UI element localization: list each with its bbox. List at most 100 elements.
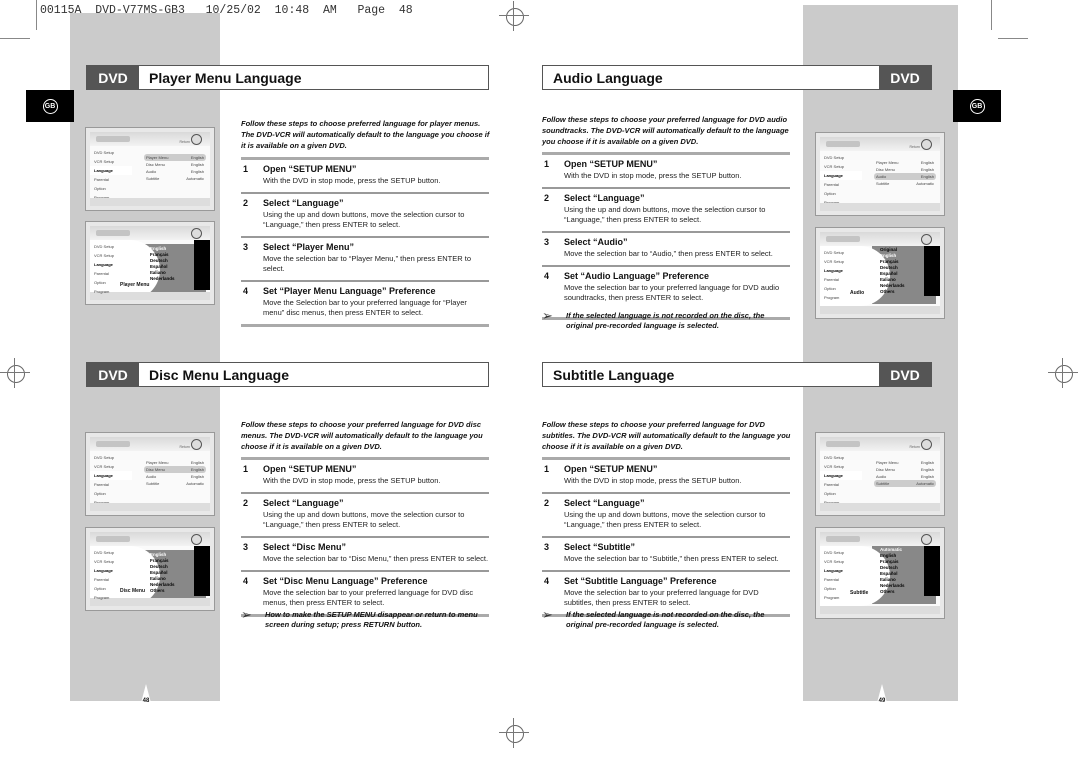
step-description: Using the up and down buttons, move the …: [564, 205, 766, 224]
step-heading: Select “Language”: [564, 193, 645, 203]
step-heading: Select “Language”: [263, 498, 344, 508]
step-item: 1 Open “SETUP MENU” With the DVD in stop m…: [542, 152, 790, 187]
option-row: Audio English: [146, 169, 204, 174]
step-heading: Select “Language”: [263, 198, 344, 208]
option-row: Player Menu English: [144, 154, 206, 161]
step-heading: Open “SETUP MENU”: [564, 464, 658, 474]
step-item: 3 Select “Disc Menu” Move the selection ba…: [241, 536, 489, 570]
language-select-illustration: DVD Setup VCR Setup Language Parental Option…: [815, 527, 945, 619]
section-title: Player Menu Language: [149, 69, 302, 86]
page-number-text: 49: [878, 698, 886, 704]
setup-screen-illustration: Return DVD Setup VCR Setup Language Parenta…: [815, 432, 945, 516]
option-row: Disc Menu English: [876, 167, 934, 172]
option-row: Disc Menu English: [144, 466, 206, 473]
dial-icon: [921, 139, 932, 150]
registration-mark: [0, 358, 30, 388]
menu-item-selected: Language: [90, 166, 132, 175]
region-tab-right: GB: [953, 90, 1001, 122]
step-item: 4 Set “Subtitle Language” Preference Move …: [542, 570, 790, 614]
screen-label: Player Menu: [120, 282, 150, 288]
option-row: Subtitle Automatic: [146, 481, 204, 486]
step-description: Move the selection bar to your preferred…: [564, 588, 759, 607]
crop-mark: [991, 0, 992, 30]
dial-icon: [191, 134, 202, 145]
screen-label: Audio: [850, 290, 865, 296]
step-number: 2: [243, 198, 249, 208]
option-row: Subtitle Automatic: [876, 181, 934, 186]
step-heading: Set “Subtitle Language” Preference: [564, 576, 717, 586]
section-title: Disc Menu Language: [149, 366, 290, 383]
dvd-badge: DVD: [87, 363, 139, 386]
step-heading: Open “SETUP MENU”: [263, 464, 357, 474]
menu-item: Option: [94, 186, 106, 191]
step-heading: Open “SETUP MENU”: [263, 164, 357, 174]
setup-screen-illustration: Return DVD Setup VCR Setup Language Parenta…: [85, 127, 215, 211]
step-item: 2 Select “Language” Using the up and down …: [241, 492, 489, 536]
page-number-left: 48: [137, 684, 155, 718]
option-row: Audio English: [874, 173, 936, 180]
setup-screen-illustration: Return DVD Setup VCR Setup Language Parenta…: [815, 132, 945, 216]
return-label: Return: [179, 140, 190, 144]
section-header-audio: Audio Language DVD: [542, 65, 932, 90]
menu-item: DVD Setup: [94, 150, 115, 155]
dial-icon: [191, 439, 202, 450]
option-row: Player Menu English: [146, 460, 204, 465]
section-header-subtitle: Subtitle Language DVD: [542, 362, 932, 387]
step-list: 1 Open “SETUP MENU” With the DVD in stop m…: [241, 457, 489, 617]
step-heading: Set “Disc Menu Language” Preference: [263, 576, 428, 586]
step-item: 4 Set “Player Menu Language” Preference Mo…: [241, 280, 489, 324]
arrow-icon: ➢: [542, 308, 553, 323]
step-description: Move the selection bar to “Player Menu,”…: [263, 254, 472, 273]
section-intro: Follow these steps to choose your prefer…: [542, 420, 791, 451]
crop-mark: [0, 38, 30, 39]
step-item: 1 Open “SETUP MENU” With the DVD in stop m…: [241, 457, 489, 492]
step-description: With the DVD in stop mode, press the SET…: [564, 476, 742, 485]
registration-mark: [499, 1, 529, 31]
logo: [96, 136, 130, 142]
step-description: Move the selection bar to “Disc Menu,” t…: [263, 554, 489, 563]
section-title: Subtitle Language: [553, 366, 675, 383]
setup-screen-illustration: Return DVD Setup VCR Setup Language Parenta…: [85, 432, 215, 516]
step-item: 2 Select “Language” Using the up and down …: [542, 187, 790, 231]
step-description: Move the selection bar to “Audio,” then …: [564, 249, 773, 258]
step-description: Using the up and down buttons, move the …: [263, 210, 465, 229]
dial-icon: [921, 534, 932, 545]
screen-label: Disc Menu: [120, 588, 146, 594]
option-row: Audio English: [876, 474, 934, 479]
dvd-badge: DVD: [879, 66, 931, 89]
step-description: Move the selection bar to “Subtitle,” th…: [564, 554, 779, 563]
step-heading: Set “Audio Language” Preference: [564, 271, 710, 281]
note: ➢ How to make the SETUP MENU disappear o…: [241, 608, 491, 630]
step-item: 4 Set “Audio Language” Preference Move the…: [542, 265, 790, 317]
note-text: If the selected language is not recorded…: [566, 610, 765, 629]
step-heading: Select “Disc Menu”: [263, 542, 347, 552]
dvd-badge: DVD: [879, 363, 931, 386]
step-item: 4 Set “Disc Menu Language” Preference Move…: [241, 570, 489, 614]
note: ➢ If the selected language is not record…: [542, 308, 792, 331]
step-number: 4: [243, 286, 249, 296]
option-row: Player Menu English: [876, 160, 934, 165]
dvd-badge: DVD: [87, 66, 139, 89]
step-description: Move the selection bar to your preferred…: [564, 283, 780, 302]
step-item: 2 Select “Language” Using the up and down …: [542, 492, 790, 536]
step-description: With the DVD in stop mode, press the SET…: [263, 476, 441, 485]
step-number: 1: [243, 164, 249, 174]
step-heading: Set “Player Menu Language” Preference: [263, 286, 436, 296]
dial-icon: [921, 439, 932, 450]
menu-item: VCR Setup: [94, 159, 115, 164]
step-heading: Open “SETUP MENU”: [564, 159, 658, 169]
step-number: 3: [243, 242, 249, 252]
page-number-right: 49: [873, 684, 891, 718]
crop-mark: [36, 0, 37, 30]
gb-icon: GB: [42, 98, 58, 114]
step-item: 3 Select “Subtitle” Move the selection bar…: [542, 536, 790, 570]
section-intro: Follow these steps to choose your prefer…: [542, 115, 789, 146]
step-item: 1 Open “SETUP MENU” With the DVD in stop m…: [241, 157, 489, 192]
divider: [241, 324, 489, 327]
screen-label: Subtitle: [850, 590, 869, 596]
step-heading: Select “Audio”: [564, 237, 628, 247]
step-list: 1 Open “SETUP MENU” With the DVD in stop m…: [542, 152, 790, 320]
step-item: 3 Select “Audio” Move the selection bar to…: [542, 231, 790, 265]
arrow-icon: ➢: [542, 607, 553, 622]
step-item: 3 Select “Player Menu” Move the selection …: [241, 236, 489, 280]
